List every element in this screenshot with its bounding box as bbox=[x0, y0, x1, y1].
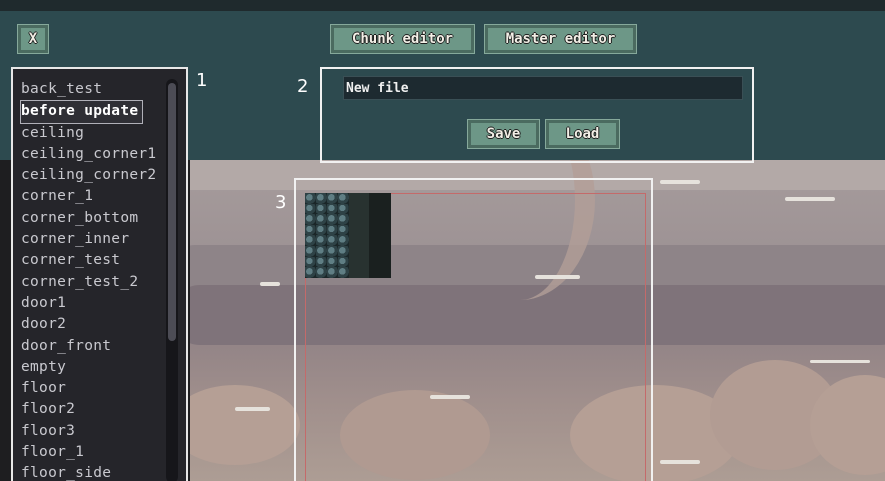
file-list-item[interactable]: corner_1 bbox=[21, 186, 186, 207]
file-list-item[interactable]: ceiling_corner2 bbox=[21, 165, 186, 186]
file-list-item[interactable]: door1 bbox=[21, 293, 186, 314]
cloud-streak bbox=[660, 180, 700, 184]
file-list-item[interactable]: ceiling bbox=[21, 123, 186, 144]
tile-cell bbox=[327, 256, 338, 268]
tile-cell bbox=[305, 224, 316, 236]
file-list-item[interactable]: door_front bbox=[21, 336, 186, 357]
file-list-item[interactable]: back_test bbox=[21, 79, 186, 100]
tile-cell bbox=[316, 256, 327, 268]
tile-cell bbox=[316, 203, 327, 215]
file-panel: Save Load bbox=[320, 67, 754, 163]
tile-cell bbox=[305, 235, 316, 246]
tile-cell bbox=[327, 193, 338, 204]
tile-cell bbox=[327, 245, 338, 257]
file-list-item[interactable]: corner_inner bbox=[21, 229, 186, 250]
cloud-streak bbox=[810, 360, 870, 363]
tile-cell bbox=[316, 235, 327, 246]
cloud-streak bbox=[660, 460, 700, 464]
region-label-1: 1 bbox=[196, 70, 208, 91]
tile-cell bbox=[305, 267, 316, 278]
cloud-hill bbox=[190, 385, 300, 465]
tile-cell bbox=[338, 256, 349, 268]
tile-cell bbox=[316, 193, 327, 204]
file-list-item[interactable]: floor bbox=[21, 378, 186, 399]
tile-cell bbox=[327, 224, 338, 236]
file-list-item[interactable]: floor3 bbox=[21, 421, 186, 442]
load-button[interactable]: Load bbox=[545, 119, 620, 149]
region-label-3: 3 bbox=[275, 192, 287, 213]
file-list-item[interactable]: corner_test bbox=[21, 250, 186, 271]
tile-cell bbox=[327, 203, 338, 215]
scrollbar-thumb[interactable] bbox=[168, 83, 176, 341]
tile-cell bbox=[338, 214, 349, 225]
file-list-item[interactable]: empty bbox=[21, 357, 186, 378]
tile-stripe bbox=[369, 193, 391, 278]
tile-cell bbox=[338, 203, 349, 215]
tile-cell bbox=[338, 267, 349, 278]
tile-cell bbox=[316, 245, 327, 257]
cloud-streak bbox=[235, 407, 270, 411]
file-list-item[interactable]: door2 bbox=[21, 314, 186, 335]
tile-cell bbox=[327, 267, 338, 278]
file-list-item[interactable]: floor2 bbox=[21, 399, 186, 420]
file-list-item[interactable]: corner_bottom bbox=[21, 208, 186, 229]
file-list-scrollbar[interactable] bbox=[166, 79, 178, 481]
master-editor-button[interactable]: Master editor bbox=[484, 24, 637, 54]
tile-cell bbox=[305, 214, 316, 225]
tile-cell bbox=[316, 267, 327, 278]
tile-cell bbox=[338, 224, 349, 236]
file-list-item[interactable]: floor_1 bbox=[21, 442, 186, 463]
tile-cell bbox=[305, 256, 316, 268]
tile-cell bbox=[327, 235, 338, 246]
tile-stripe bbox=[349, 193, 369, 278]
file-list-item[interactable]: floor_side bbox=[21, 463, 186, 481]
tile-cell bbox=[305, 193, 316, 204]
region-label-2: 2 bbox=[297, 76, 309, 97]
filename-input[interactable] bbox=[343, 76, 743, 100]
tile-cell bbox=[338, 235, 349, 246]
tile-cell bbox=[316, 214, 327, 225]
tile-block[interactable] bbox=[305, 193, 391, 278]
chunk-editor-button[interactable]: Chunk editor bbox=[330, 24, 475, 54]
close-button[interactable]: X bbox=[17, 24, 49, 54]
tile-cell bbox=[327, 214, 338, 225]
cloud-streak bbox=[785, 197, 835, 201]
tile-cell bbox=[316, 224, 327, 236]
file-list-items: back_test before update ceiling ceiling_cor… bbox=[13, 69, 186, 481]
save-button[interactable]: Save bbox=[467, 119, 540, 149]
file-list-item[interactable]: ceiling_corner1 bbox=[21, 144, 186, 165]
tile-grid bbox=[305, 193, 349, 278]
file-list: back_test before update ceiling ceiling_cor… bbox=[11, 67, 188, 481]
tile-cell bbox=[305, 245, 316, 257]
tile-cell bbox=[338, 193, 349, 204]
tile-cell bbox=[305, 203, 316, 215]
tile-cell bbox=[338, 245, 349, 257]
top-strip bbox=[0, 0, 885, 11]
file-list-item[interactable]: before update bbox=[19, 100, 144, 124]
cloud-streak bbox=[260, 282, 280, 286]
file-list-item[interactable]: corner_test_2 bbox=[21, 272, 186, 293]
